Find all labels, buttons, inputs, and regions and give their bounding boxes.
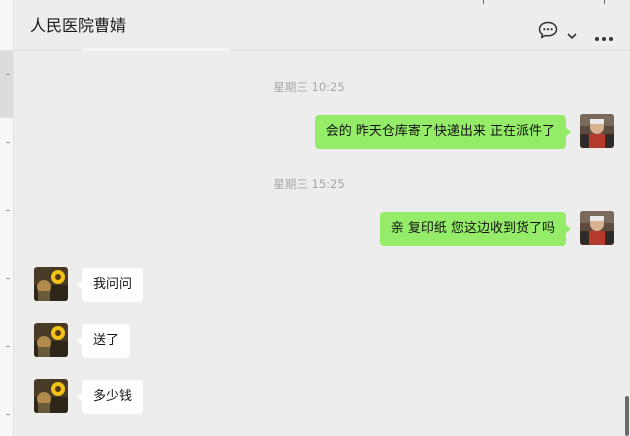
chat-header: 人民医院曹婧 <box>14 0 630 51</box>
list-edge-mark <box>6 414 10 415</box>
window-control-mark <box>483 0 484 4</box>
list-edge-mark <box>6 142 10 143</box>
my-avatar[interactable] <box>580 211 614 245</box>
message-area[interactable]: 星期三 10:25 会的 昨天仓库寄了快递出来 正在派件了 星期三 15:25 … <box>14 51 630 436</box>
window-control-mark <box>604 0 605 4</box>
conversation-list-edge <box>0 0 14 436</box>
chevron-down-icon[interactable] <box>567 25 577 40</box>
list-edge-mark <box>6 346 10 347</box>
contact-avatar[interactable] <box>34 267 68 301</box>
outgoing-message-bubble[interactable]: 会的 昨天仓库寄了快递出来 正在派件了 <box>314 115 572 149</box>
selected-conversation-highlight <box>0 50 13 118</box>
message-timestamp: 星期三 15:25 <box>273 177 345 191</box>
chat-title: 人民医院曹婧 <box>30 16 127 35</box>
contact-avatar[interactable] <box>34 323 68 357</box>
chat-bubble-icon[interactable] <box>538 21 558 39</box>
chat-scrollbar[interactable] <box>625 396 629 436</box>
list-edge-mark <box>6 74 10 75</box>
more-dots-icon[interactable] <box>594 27 614 41</box>
list-edge-mark <box>6 210 10 211</box>
message-timestamp: 星期三 10:25 <box>273 80 345 94</box>
list-edge-mark <box>6 278 10 279</box>
outgoing-message-bubble[interactable]: 亲 复印纸 您这边收到货了吗 <box>379 212 572 246</box>
contact-avatar[interactable] <box>34 379 68 413</box>
incoming-message-bubble[interactable]: 多少钱 <box>76 380 144 414</box>
my-avatar[interactable] <box>580 114 614 148</box>
incoming-message-bubble[interactable]: 送了 <box>76 324 131 358</box>
incoming-message-bubble[interactable]: 我问问 <box>76 268 144 302</box>
